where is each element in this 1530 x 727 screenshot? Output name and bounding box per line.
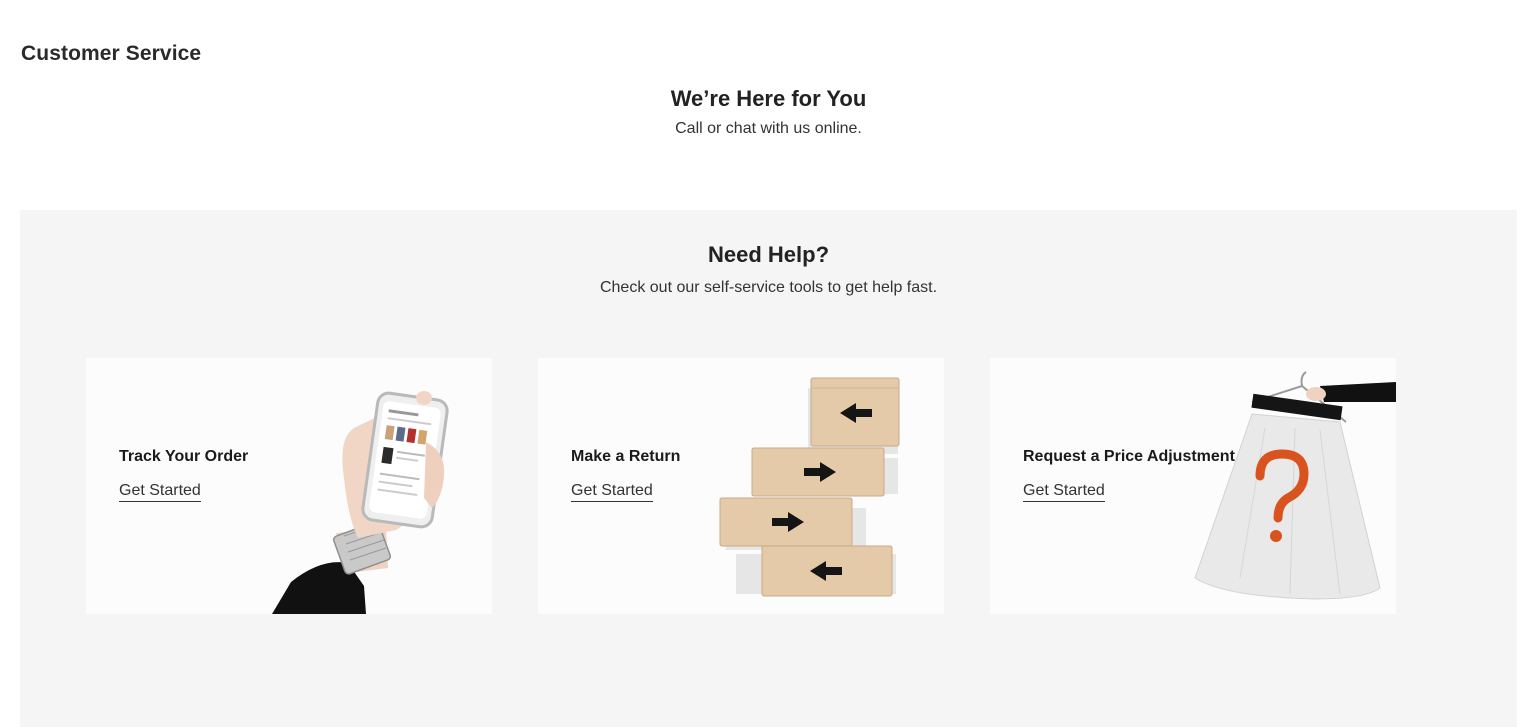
help-subtext: Check out our self-service tools to get … — [599, 279, 938, 296]
make-return-card[interactable]: Make a Return Get Started — [538, 358, 944, 614]
hero-section: We’re Here for You Call or chat with us … — [0, 86, 1530, 138]
price-adjustment-card[interactable]: Request a Price Adjustment Get Started — [990, 358, 1396, 614]
card-title: Make a Return — [571, 448, 681, 465]
hero-heading: We’re Here for You — [670, 86, 867, 111]
help-heading: Need Help? — [707, 242, 830, 267]
track-order-card[interactable]: Track Your Order Get Started — [86, 358, 492, 614]
make-return-get-started-link[interactable]: Get Started — [571, 482, 653, 502]
price-adjustment-get-started-link[interactable]: Get Started — [1023, 482, 1105, 502]
help-panel: Need Help? Check out our self-service to… — [20, 210, 1517, 727]
card-title: Request a Price Adjustment — [1023, 448, 1235, 465]
hero-subtext: Call or chat with us online. — [675, 120, 862, 137]
card-title: Track Your Order — [119, 448, 249, 465]
track-order-get-started-link[interactable]: Get Started — [119, 482, 201, 502]
page-title: Customer Service — [21, 42, 202, 65]
